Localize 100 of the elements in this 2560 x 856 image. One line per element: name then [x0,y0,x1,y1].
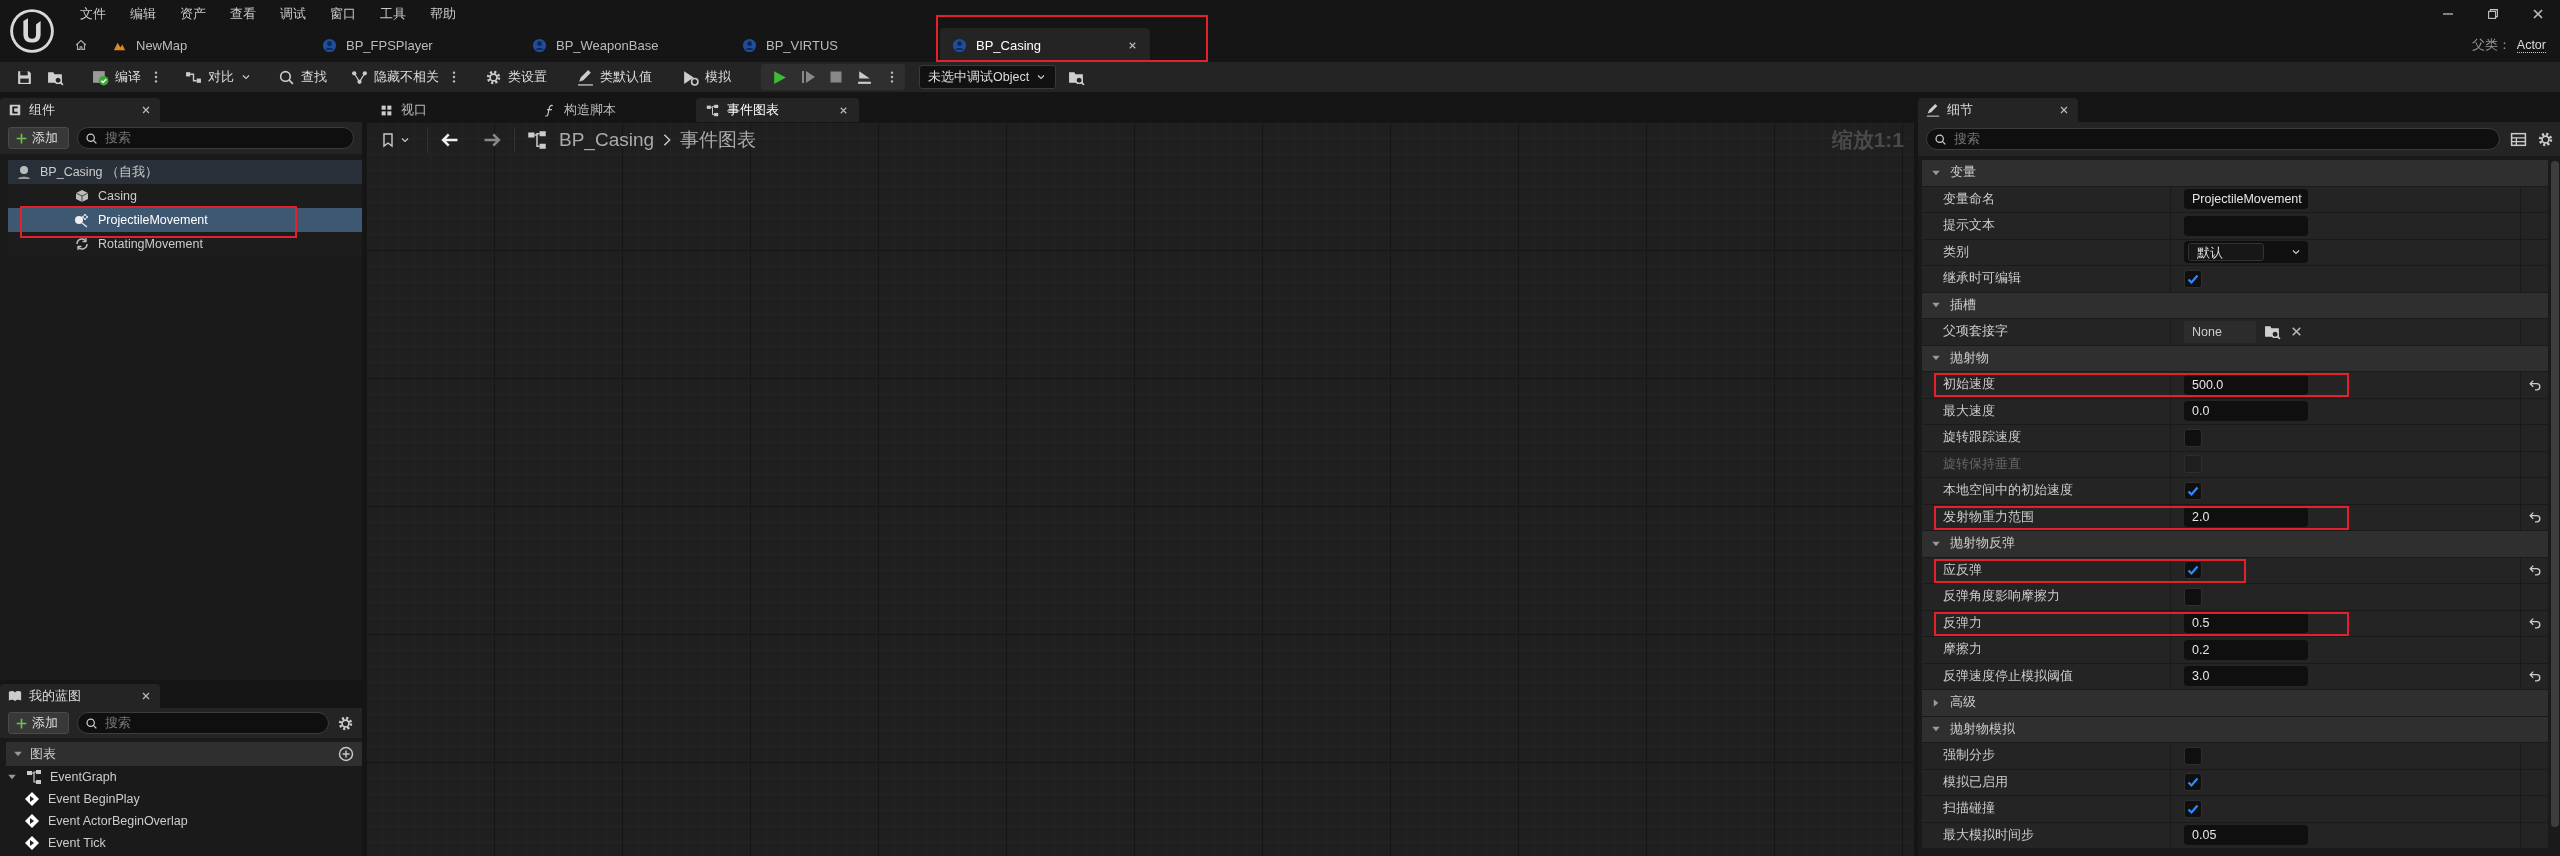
socket-field[interactable]: None [2184,320,2256,343]
checkbox[interactable] [2184,269,2202,288]
panel-tab[interactable]: 我的蓝图 [0,684,160,708]
tree-item[interactable]: Casing [8,184,362,208]
reset-icon[interactable] [2527,669,2542,684]
nodes-icon [351,68,368,86]
menu-item[interactable]: 调试 [268,0,318,28]
menu-item[interactable]: 窗口 [318,0,368,28]
toolbar-button[interactable]: 模拟 [678,65,735,89]
tree-item[interactable]: Event Tick [0,832,362,854]
document-tab[interactable]: NewMap [100,28,310,62]
menu-item[interactable]: 帮助 [418,0,468,28]
settings-icon[interactable] [337,714,354,732]
table-icon[interactable] [2510,130,2527,148]
document-tab[interactable]: BP_WeaponBase [520,28,730,62]
text-field[interactable]: 0.5 [2184,613,2308,634]
document-tab[interactable]: BP_VIRTUS [730,28,940,62]
text-field[interactable]: ProjectileMovement [2184,189,2308,210]
toolbar-button[interactable]: 隐藏不相关 [347,65,443,89]
property-label: 最大速度 [1943,402,1995,420]
menu-item[interactable]: 查看 [218,0,268,28]
add-circle-icon[interactable] [338,746,354,762]
play-gear-icon [682,68,699,86]
reset-icon[interactable] [2527,377,2542,392]
tree-item[interactable]: EventGraph [0,766,362,788]
reset-icon[interactable] [2527,616,2542,631]
folder-search-icon[interactable] [2264,323,2281,341]
checkbox[interactable] [2184,746,2202,765]
add-button[interactable]: 添加 [8,712,69,734]
step-icon[interactable] [800,69,816,85]
category-header[interactable]: 图表 [6,742,362,766]
search-field[interactable]: 搜索 [77,127,354,149]
category-header[interactable]: 插槽 [1922,292,2548,319]
add-button[interactable]: 添加 [8,127,69,149]
tree-item[interactable]: ProjectileMovement [8,208,362,232]
stop-icon[interactable] [828,69,844,85]
text-field[interactable]: 3.0 [2184,666,2308,687]
checkbox[interactable] [2184,773,2202,792]
checkbox[interactable] [2184,799,2202,818]
reset-icon[interactable] [2527,563,2542,578]
parent-class-link[interactable]: Actor [2516,37,2546,53]
panel-tab[interactable]: 细节 [1918,98,2078,122]
debug-dropdown[interactable]: 未选中调试Object [919,65,1057,89]
document-tab[interactable]: BP_Casing [940,28,1150,62]
toolbar-button[interactable]: 类默认值 [573,65,656,89]
tree-item[interactable]: Event BeginPlay [0,788,362,810]
book-icon [8,689,22,703]
text-field[interactable]: 0.2 [2184,639,2308,660]
menu-item[interactable]: 编辑 [118,0,168,28]
search-field[interactable]: 搜索 [77,712,329,734]
eject-icon[interactable] [856,68,873,86]
tree-item[interactable]: RotatingMovement [8,232,362,256]
menu-item[interactable]: 资产 [168,0,218,28]
menu-item[interactable]: 文件 [68,0,118,28]
menu-item[interactable]: 工具 [368,0,418,28]
category-header[interactable]: 高级 [1922,690,2548,717]
checkbox[interactable] [2184,428,2202,447]
property-label: 最大模拟时间步 [1943,826,2034,844]
search-icon [1934,132,1947,146]
checkbox[interactable] [2184,481,2202,500]
restore-icon[interactable] [2486,7,2500,21]
checkbox[interactable] [2184,561,2202,580]
search-icon [278,68,295,86]
panel-tab[interactable]: 组件 [0,98,160,122]
category-header[interactable]: 抛射物反弹 [1922,531,2548,558]
text-field[interactable]: 0.05 [2184,825,2308,846]
toolbar-button[interactable]: 类设置 [481,65,551,89]
tree-item[interactable]: BP_Casing （自我） [8,160,362,184]
text-field[interactable]: 0.0 [2184,401,2308,422]
property-label: 父项套接字 [1943,323,2008,341]
breadcrumb-link[interactable]: BP_Casing [559,129,655,151]
category-header[interactable]: 抛射物模拟 [1922,716,2548,743]
editor-tab[interactable]: 事件图表 [696,98,859,122]
category-header[interactable]: 抛射物 [1922,345,2548,372]
property-label: 初始速度 [1943,376,1995,394]
toolbar-button[interactable]: 编译 [88,65,145,89]
home-icon[interactable] [74,38,88,52]
toolbar-button[interactable]: 对比 [181,65,256,89]
tree-item[interactable]: Event ActorBeginOverlap [0,810,362,832]
plus-icon [15,716,28,730]
checkbox[interactable] [2184,587,2202,606]
toolbar-button[interactable]: 查找 [274,65,331,89]
close-icon[interactable] [140,104,152,116]
close-icon[interactable] [140,690,152,702]
dropdown[interactable]: 默认 [2184,241,2308,264]
play-icon[interactable] [771,68,788,86]
reset-icon[interactable] [2527,510,2542,525]
text-field[interactable]: 2.0 [2184,507,2308,528]
document-tab[interactable]: BP_FPSPlayer [310,28,520,62]
close-icon[interactable] [2058,104,2070,116]
breadcrumb-link[interactable]: 事件图表 [680,127,757,153]
editor-tab[interactable]: 构造脚本 [533,98,696,122]
settings-icon[interactable] [2537,130,2554,148]
search-field[interactable]: 搜索 [1926,128,2500,150]
event-icon [24,835,40,851]
text-field[interactable]: 500.0 [2184,374,2308,395]
save-icon[interactable] [16,68,33,86]
function-icon [543,103,556,117]
editor-tab[interactable]: 视口 [370,98,533,122]
category-header[interactable]: 变量 [1922,160,2548,187]
